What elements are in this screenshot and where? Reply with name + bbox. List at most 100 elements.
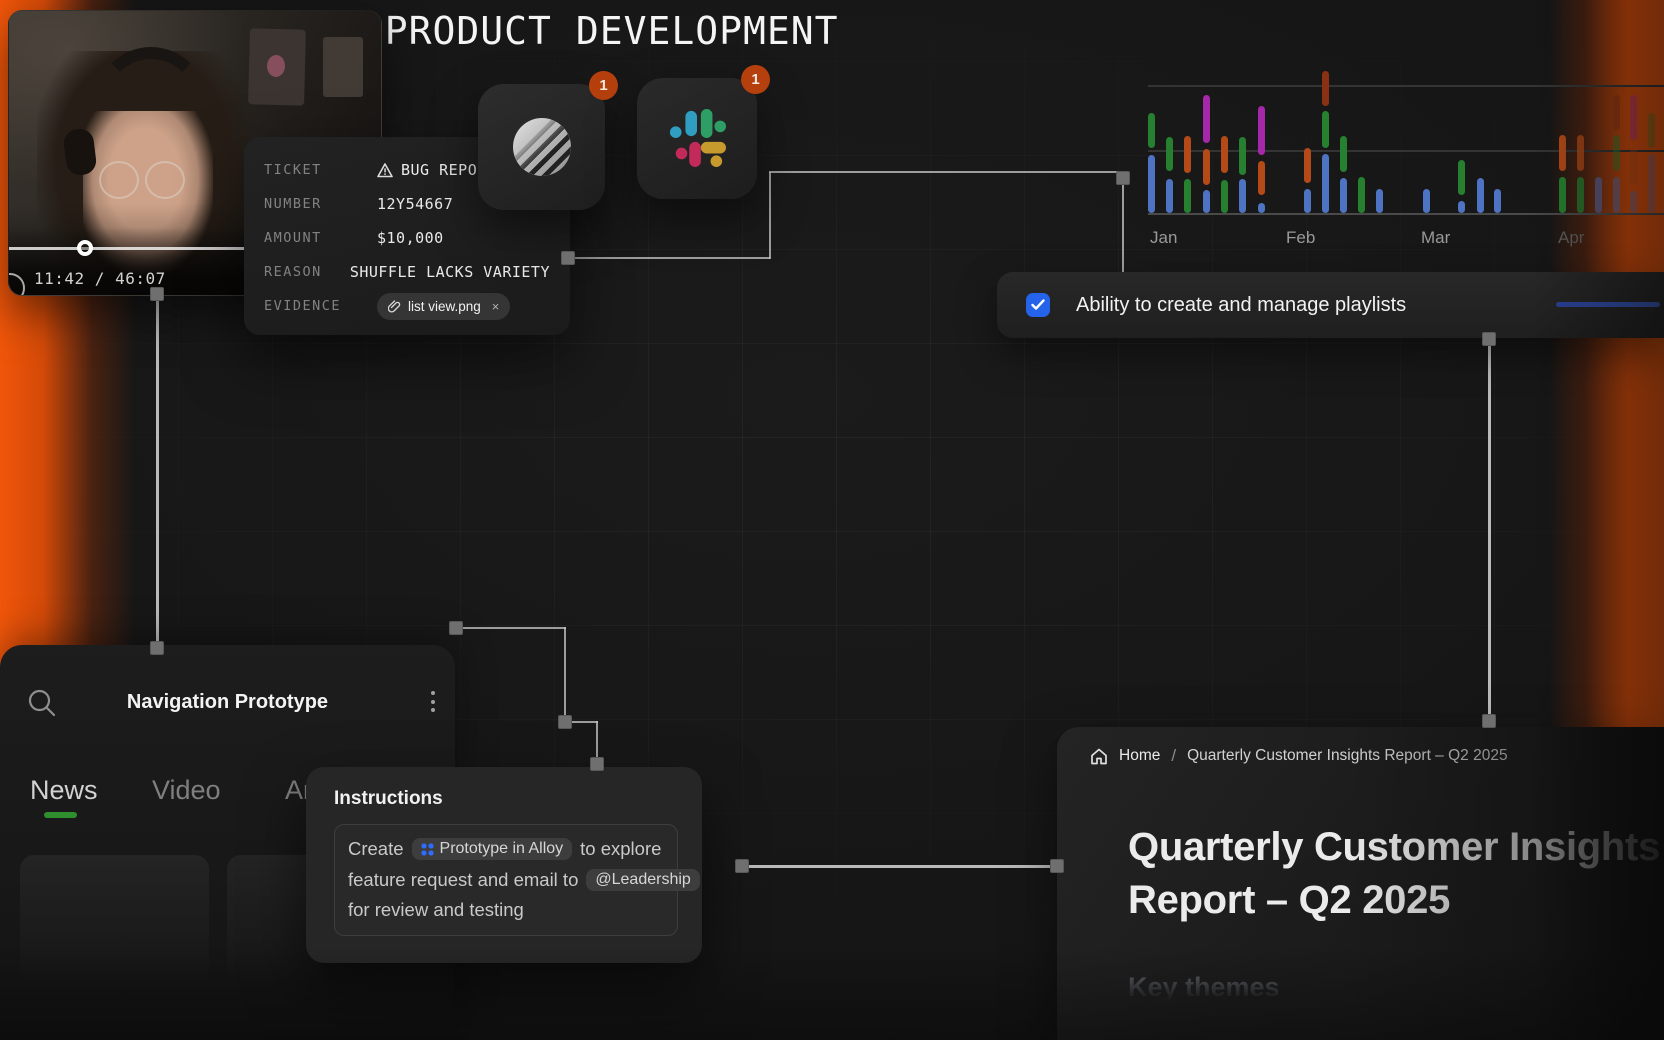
ticket-field-label: NUMBER (264, 196, 322, 212)
connector-handle[interactable] (150, 287, 164, 301)
active-tab-underline (44, 812, 77, 818)
warning-icon (377, 162, 393, 177)
remove-attachment-icon[interactable]: × (492, 299, 500, 314)
connector-handle[interactable] (735, 859, 749, 873)
breadcrumb-home[interactable]: Home (1119, 747, 1160, 765)
app-chip[interactable]: Prototype in Alloy (411, 838, 573, 861)
chart-bar-segment (1340, 178, 1347, 213)
notification-badge: 1 (741, 65, 770, 94)
chart-bar-segment (1630, 149, 1637, 185)
canvas: 11:42 / 46:07 TICKET BUG REPORT NUMBER 1… (0, 0, 1664, 1040)
instructions-body: Create Prototype in Alloy to explore fea… (334, 824, 700, 936)
connector-handle[interactable] (1116, 171, 1130, 185)
connector-handle[interactable] (1482, 332, 1496, 346)
instructions-title: Instructions (334, 788, 443, 809)
ticket-field-value: 12Y54667 (377, 195, 454, 213)
chart-bar-segment (1595, 177, 1602, 213)
chart-bar-segment (1166, 137, 1173, 171)
connector-handle[interactable] (449, 621, 463, 635)
chart-bar-segment (1221, 136, 1228, 173)
feature-request-card[interactable]: Ability to create and manage playlists (997, 272, 1664, 338)
instructions-card[interactable]: Instructions Create Prototype in Alloy t… (306, 767, 702, 963)
chart-x-tick: Apr (1558, 228, 1585, 247)
connector-handle[interactable] (1482, 714, 1496, 728)
home-icon[interactable] (1090, 748, 1108, 765)
chart-bar-segment (1184, 136, 1191, 173)
chart-bar-segment (1458, 201, 1465, 213)
check-icon (1031, 299, 1045, 310)
ticket-field-value: $10,000 (377, 229, 444, 247)
connector-handle[interactable] (561, 251, 575, 265)
connector-line (769, 172, 771, 259)
glasses (99, 161, 139, 199)
chart-bar-segment (1322, 71, 1329, 106)
kebab-menu-icon[interactable] (426, 691, 440, 712)
chart-bar-segment (1258, 203, 1265, 213)
breadcrumb: Home / Quarterly Customer Insights Repor… (1090, 746, 1508, 766)
chart-gridline (1148, 85, 1664, 87)
chart-bar-segment (1648, 154, 1655, 213)
progress-slider[interactable] (1556, 302, 1660, 307)
connector-line (156, 300, 159, 642)
connector-handle[interactable] (1050, 859, 1064, 873)
chart-bar-segment (1559, 177, 1566, 213)
notification-badge: 1 (589, 71, 618, 100)
wall-poster (248, 28, 306, 106)
chart-bar-segment (1630, 191, 1637, 213)
video-timestamp: 11:42 / 46:07 (34, 269, 166, 288)
chart-bar-segment (1630, 95, 1637, 140)
ticket-field-label: AMOUNT (264, 230, 322, 246)
ticket-field-label: EVIDENCE (264, 298, 342, 314)
chart-bar-segment (1577, 135, 1584, 171)
slack-app-tile[interactable]: 1 (637, 65, 770, 199)
chart-bar-segment (1322, 154, 1329, 213)
tab-video[interactable]: Video (152, 775, 221, 806)
video-progress-knob[interactable] (77, 240, 93, 256)
instructions-text: feature request and email to (348, 868, 579, 890)
chart-bar-segment (1221, 180, 1228, 213)
chart-bar-segment (1340, 136, 1347, 172)
connector-line (460, 627, 566, 629)
chart-baseline (1148, 213, 1664, 215)
slack-logo-icon (669, 109, 726, 167)
attachment-name: list view.png (408, 298, 481, 314)
ticket-field-label: TICKET (264, 162, 322, 178)
ticket-row: EVIDENCE list view.png × (264, 289, 550, 323)
prototype-title: Navigation Prototype (126, 691, 329, 713)
ticket-field-label: REASON (264, 264, 322, 280)
instructions-text: to explore (580, 838, 662, 860)
chart-bar-segment (1322, 111, 1329, 148)
paperclip-icon (388, 299, 401, 312)
feature-label: Ability to create and manage playlists (1076, 293, 1407, 316)
chart-bar-segment (1239, 179, 1246, 213)
app-chip-label: Prototype in Alloy (439, 840, 564, 858)
instructions-text: for review and testing (348, 899, 524, 921)
chart-bar-segment (1577, 177, 1584, 213)
chart-bar-segment (1458, 160, 1465, 195)
connector-handle[interactable] (558, 715, 572, 729)
connector-line (1122, 184, 1124, 273)
chart-x-tick: Feb (1286, 228, 1316, 247)
content-placeholder-tile (20, 855, 209, 983)
connector-line (574, 257, 770, 259)
mention-chip[interactable]: @Leadership (586, 868, 700, 891)
attachment-chip[interactable]: list view.png × (377, 292, 511, 320)
chart-bar-segment (1203, 95, 1210, 143)
checkbox-checked[interactable] (1026, 293, 1050, 317)
ticket-row: AMOUNT $10,000 (264, 221, 550, 255)
connector-handle[interactable] (590, 757, 604, 771)
chart-bar-segment (1304, 189, 1311, 213)
insights-report-card[interactable]: Home / Quarterly Customer Insights Repor… (1057, 727, 1664, 1040)
chart-bar-segment (1477, 178, 1484, 213)
tab-news[interactable]: News (30, 775, 98, 806)
chart-bar-segment (1258, 106, 1265, 155)
chart-bar-segment (1203, 149, 1210, 185)
ticket-field-value: SHUFFLE LACKS VARIETY (349, 263, 550, 281)
chart-bar-segment (1358, 177, 1365, 213)
instructions-text: Create (348, 838, 404, 860)
connector-handle[interactable] (150, 641, 164, 655)
breadcrumb-current: Quarterly Customer Insights Report – Q2 … (1187, 747, 1508, 764)
linear-app-tile[interactable]: 1 (478, 71, 618, 210)
wall-poster (323, 37, 363, 97)
chart-bar-segment (1166, 179, 1173, 213)
